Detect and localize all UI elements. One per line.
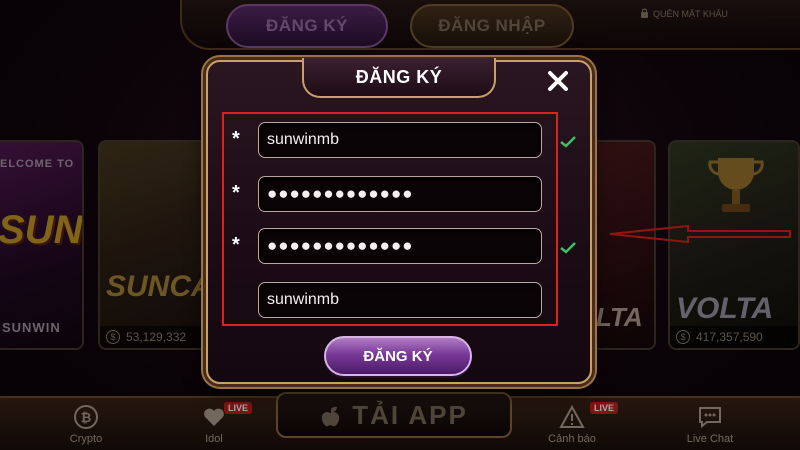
display-name-input[interactable]: sunwinmb xyxy=(258,282,542,318)
required-mark: * xyxy=(232,234,240,256)
close-icon xyxy=(548,71,568,91)
close-button[interactable] xyxy=(530,63,586,99)
required-mark: * xyxy=(232,128,240,150)
required-mark: * xyxy=(232,182,240,204)
password-input[interactable]: ●●●●●●●●●●●●● xyxy=(258,176,542,212)
check-icon xyxy=(560,242,576,254)
dialog-title: ĐĂNG KÝ xyxy=(355,66,443,87)
confirm-password-input[interactable]: ●●●●●●●●●●●●● xyxy=(258,228,542,264)
register-dialog: ĐĂNG KÝ * sunwinmb * ●●●●●●●●●●●●● * ●●●… xyxy=(206,58,592,384)
check-icon xyxy=(560,136,576,148)
dialog-title-tab: ĐĂNG KÝ xyxy=(302,58,496,98)
username-input[interactable]: sunwinmb xyxy=(258,122,542,158)
register-submit-button[interactable]: ĐĂNG KÝ xyxy=(324,336,472,376)
